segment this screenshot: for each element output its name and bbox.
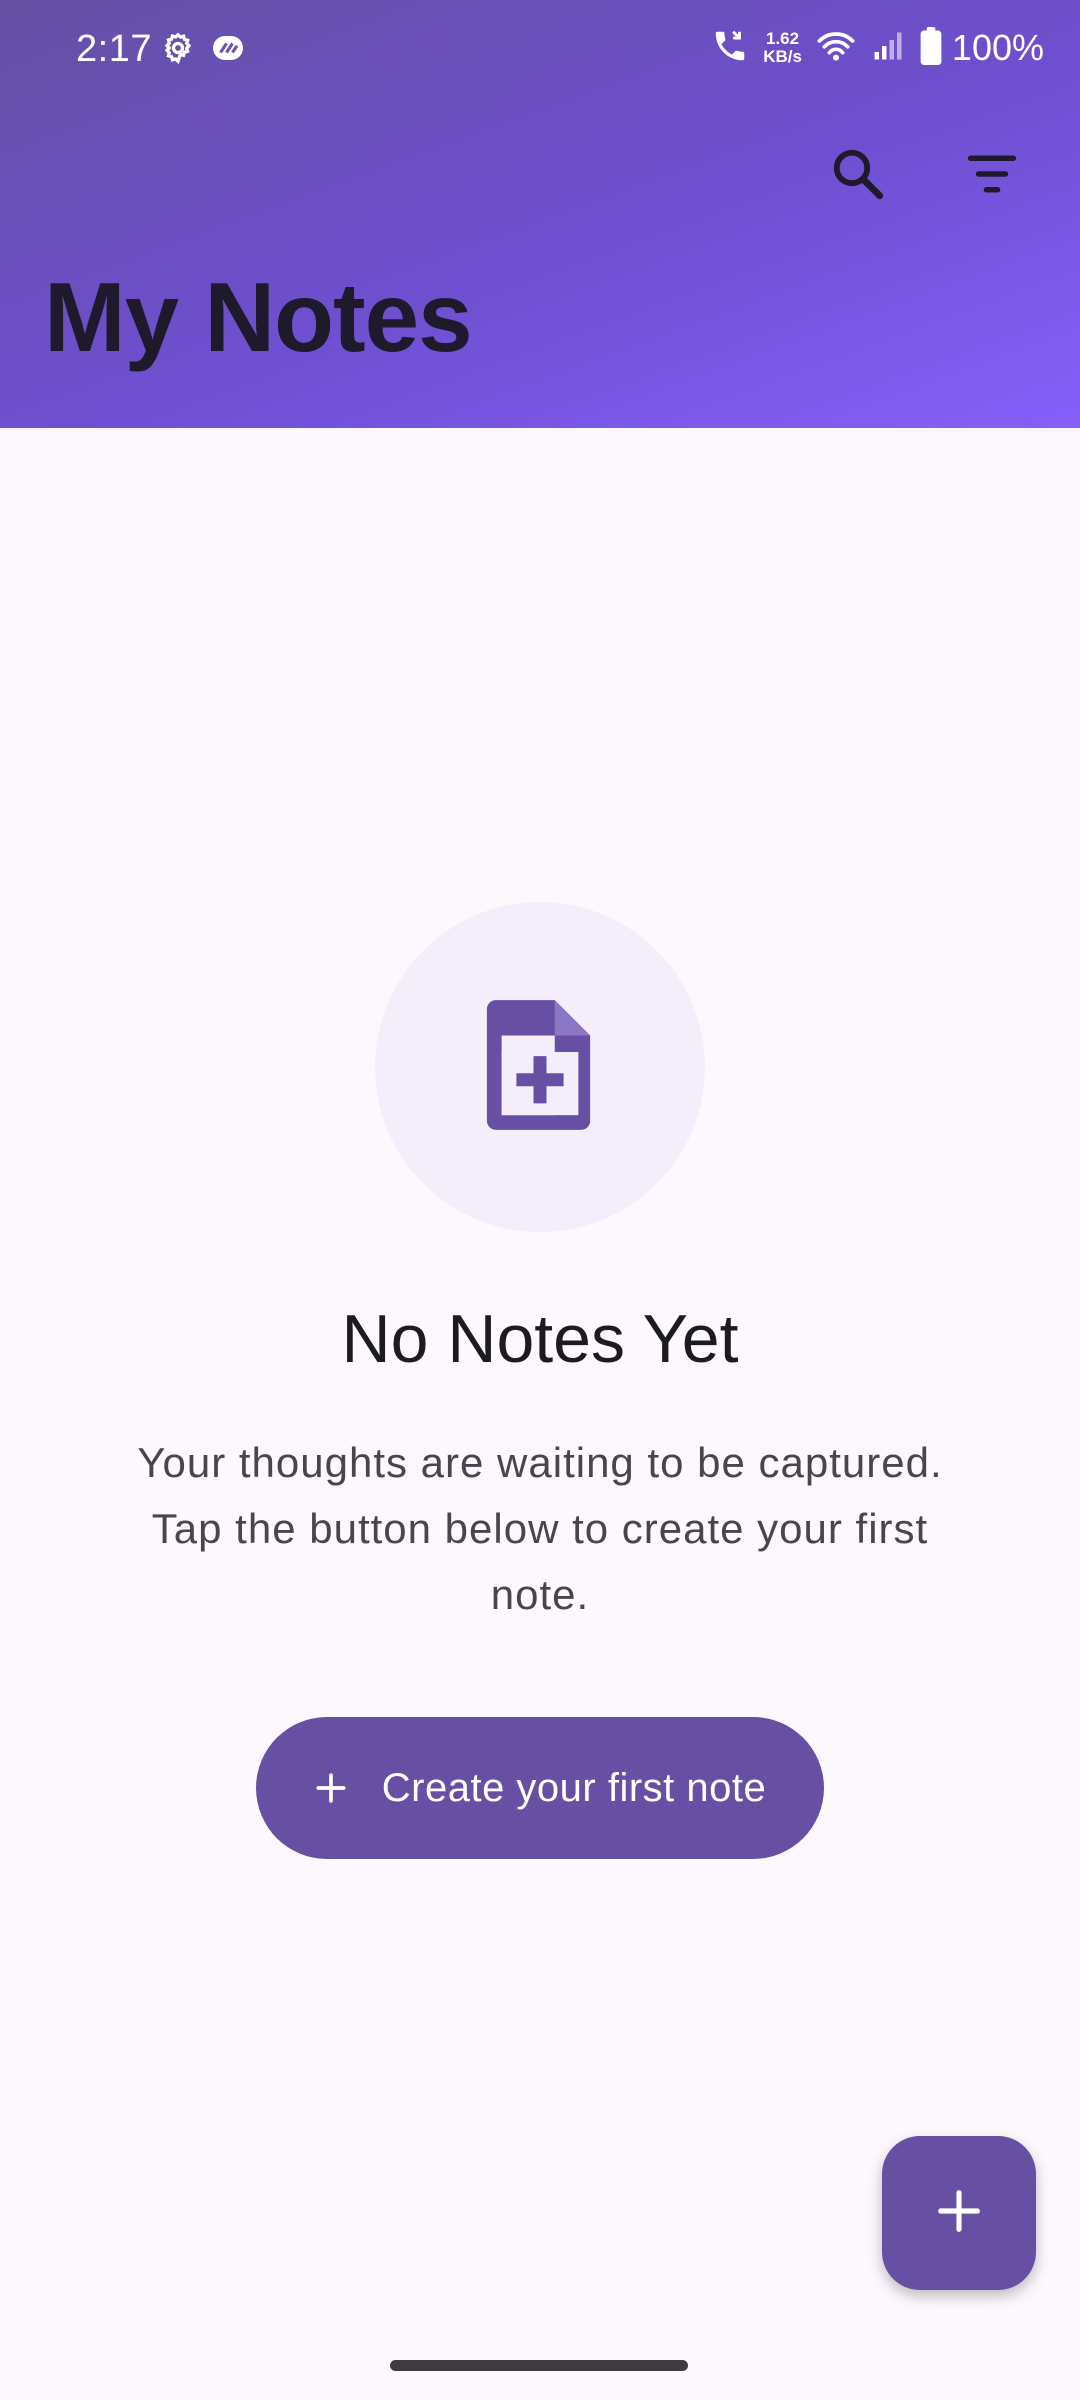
- empty-state-title: No Notes Yet: [341, 1301, 739, 1377]
- app-notification-icon: [210, 30, 246, 66]
- filter-icon: [965, 147, 1019, 206]
- net-speed-unit: KB/s: [763, 47, 802, 66]
- home-indicator[interactable]: [390, 2360, 688, 2371]
- battery-percent: 100%: [951, 27, 1044, 68]
- battery-icon: [920, 26, 942, 70]
- add-note-fab[interactable]: [882, 2136, 1036, 2290]
- call-forward-icon: [711, 27, 749, 70]
- notes-screen: 2:17 1.62 KB/s 100% My Notes No Notes Ye…: [0, 0, 1080, 2400]
- empty-state-illustration: [375, 902, 705, 1232]
- page-title: My Notes: [44, 262, 473, 372]
- search-icon: [829, 145, 887, 208]
- create-first-note-button[interactable]: Create your first note: [256, 1717, 824, 1859]
- app-header: 2:17 1.62 KB/s 100% My Notes: [0, 0, 1080, 428]
- wifi-icon: [816, 28, 856, 69]
- plus-icon: [937, 2189, 981, 2238]
- filter-button[interactable]: [956, 140, 1028, 212]
- net-speed-value: 1.62: [766, 29, 800, 48]
- status-bar: 2:17 1.62 KB/s 100%: [0, 0, 1080, 100]
- search-button[interactable]: [822, 140, 894, 212]
- note-add-icon: [481, 994, 599, 1141]
- status-icons: 1.62 KB/s 100%: [697, 26, 1044, 70]
- status-time: 2:17: [76, 28, 152, 70]
- network-speed: 1.62 KB/s: [763, 30, 802, 66]
- plus-icon: [314, 1771, 348, 1805]
- create-first-note-label: Create your first note: [381, 1765, 767, 1810]
- settings-gear-icon: [160, 30, 196, 66]
- empty-state-description: Your thoughts are waiting to be captured…: [137, 1439, 943, 1618]
- signal-icon: [870, 28, 906, 69]
